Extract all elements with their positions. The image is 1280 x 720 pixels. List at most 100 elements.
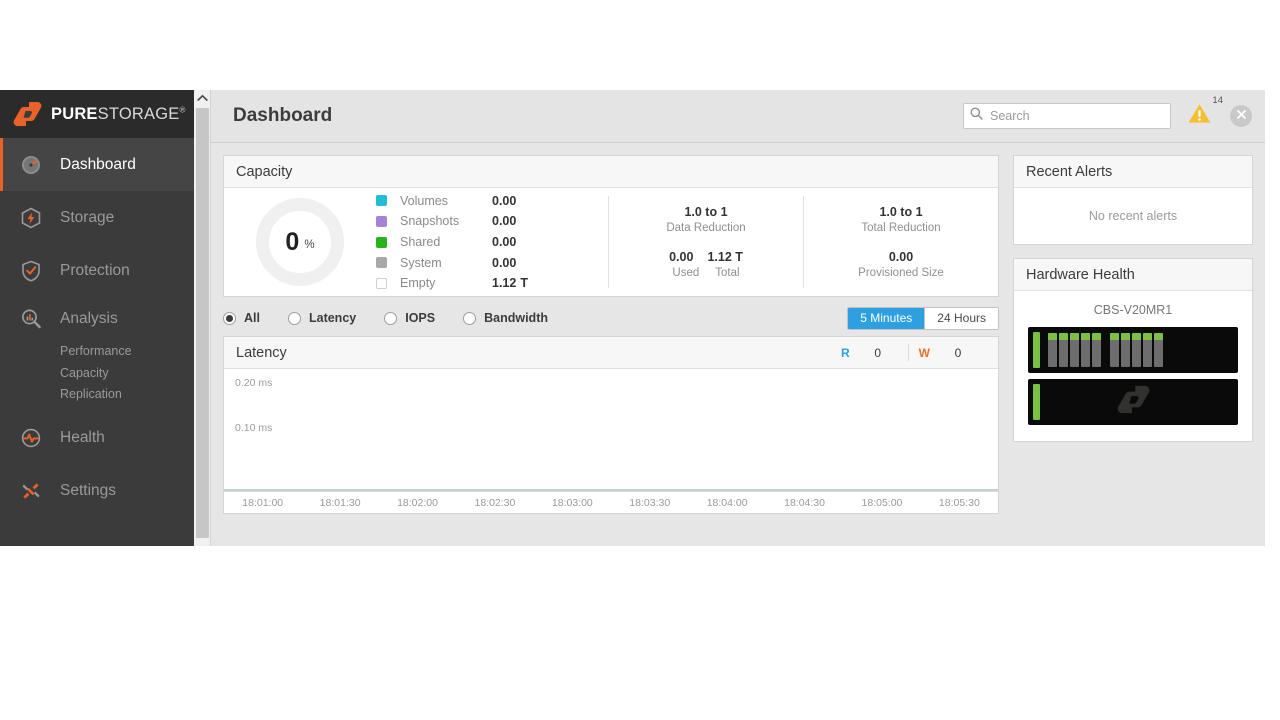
x-axis-tick: 18:04:30 <box>784 496 825 509</box>
scroll-up-arrow-icon[interactable] <box>194 90 210 106</box>
drive-bay <box>1110 333 1119 367</box>
sidebar-item-label: Analysis <box>60 310 118 327</box>
drive-bay <box>1121 333 1130 367</box>
scrollbar-thumb[interactable] <box>196 108 209 538</box>
provisioned-group: 0.00 Provisioned Size <box>858 250 944 279</box>
warning-triangle-icon <box>1187 104 1212 129</box>
total-reduction-label: Total Reduction <box>861 222 941 234</box>
sidebar-item-analysis[interactable]: Analysis <box>0 297 194 341</box>
legend-label: Shared <box>400 235 441 249</box>
provisioned-value: 0.00 <box>888 250 914 264</box>
sidebar-item-label: Dashboard <box>60 155 136 173</box>
search-icon <box>970 107 983 125</box>
x-axis-tick: 18:02:00 <box>397 496 438 509</box>
data-reduction-group: 1.0 to 1 Data Reduction <box>666 205 745 234</box>
sidebar-item-settings[interactable]: Settings <box>0 465 194 518</box>
chart-filter-row: All Latency IOPS Bandwidth 5 Minutes 24 … <box>223 300 999 336</box>
recent-alerts-header: Recent Alerts <box>1014 156 1252 188</box>
hardware-health-body: CBS-V20MR1 <box>1014 291 1252 441</box>
metric-radio-group: All Latency IOPS Bandwidth <box>223 311 548 325</box>
latency-chart-header: Latency R 0 W 0 <box>224 337 998 369</box>
total-value: 1.12 T <box>707 250 743 264</box>
legend-swatch <box>376 215 387 227</box>
used-value: 0.00 <box>669 250 694 264</box>
legend-label: Empty <box>400 276 436 291</box>
capacity-donut-chart: 0 % <box>256 198 344 286</box>
sidebar-subitem-replication[interactable]: Replication <box>60 384 194 406</box>
storage-bolt-icon <box>16 207 46 229</box>
data-reduction-metrics: 1.0 to 1 Data Reduction 0.00 1.12 T Used T… <box>609 205 803 279</box>
legend-swatch <box>376 236 387 248</box>
capacity-body: 0 % Volumes 0.00 Snapshots 0.00 Shared 0… <box>224 188 998 296</box>
pure-storage-app: PURESTORAGE® Dashboard Storage Protectio… <box>0 90 1265 546</box>
radio-label: All <box>244 311 260 325</box>
sidebar-item-dashboard[interactable]: Dashboard <box>0 138 194 191</box>
sidebar-item-health[interactable]: Health <box>0 412 194 465</box>
brand-logo[interactable]: PURESTORAGE® <box>0 90 194 138</box>
status-led <box>1033 384 1040 420</box>
sidebar-item-protection[interactable]: Protection <box>0 244 194 297</box>
radio-bandwidth[interactable]: Bandwidth <box>463 311 548 325</box>
sidebar-item-storage[interactable]: Storage <box>0 191 194 244</box>
legend-item-empty: Empty 1.12 T <box>376 273 608 294</box>
brand-name-thin: STORAGE <box>97 104 180 123</box>
brand-registered: ® <box>179 105 186 114</box>
hardware-chassis-shelf[interactable] <box>1028 327 1238 373</box>
side-column: Recent Alerts No recent alerts Hardware … <box>1013 155 1253 546</box>
legend-swatch <box>376 277 387 289</box>
sidebar-subitem-capacity[interactable]: Capacity <box>60 363 194 385</box>
top-bar: Dashboard Search 14 <box>211 90 1265 143</box>
legend-item-snapshots: Snapshots 0.00 <box>376 211 608 232</box>
legend-swatch <box>376 195 387 207</box>
drive-bay <box>1092 333 1101 367</box>
pure-storage-logo-icon <box>1116 385 1150 420</box>
total-label: Total <box>715 267 740 279</box>
legend-label: Snapshots <box>400 214 460 229</box>
search-input[interactable] <box>990 109 1164 123</box>
usage-group: 0.00 1.12 T Used Total <box>669 250 743 279</box>
sidebar: PURESTORAGE® Dashboard Storage Protectio… <box>0 90 194 546</box>
analysis-submenu: Performance Capacity Replication <box>0 341 194 412</box>
provisioned-label: Provisioned Size <box>858 267 944 279</box>
legend-value: 1.12 T <box>492 276 528 291</box>
legend-value: 0.00 <box>492 235 517 249</box>
dashboard-body: Capacity 0 % Volumes 0.00 Snapshots 0.00… <box>211 143 1265 546</box>
radio-label: IOPS <box>405 311 436 325</box>
sidebar-item-label: Settings <box>60 482 117 499</box>
x-axis-tick: 18:03:00 <box>551 496 593 509</box>
alert-count-badge: 14 <box>1212 95 1223 106</box>
status-led <box>1033 332 1040 368</box>
drive-bay-group <box>1048 333 1101 367</box>
range-24-hours[interactable]: 24 Hours <box>924 307 998 329</box>
total-reduction-metrics: 1.0 to 1 Total Reduction 0.00 Provisione… <box>804 205 998 279</box>
total-reduction-value: 1.0 to 1 <box>879 205 923 219</box>
sidebar-subitem-performance[interactable]: Performance <box>60 341 194 363</box>
brand-name: PURESTORAGE® <box>51 105 186 124</box>
search-box[interactable] <box>963 103 1171 129</box>
legend-item-system: System 0.00 <box>376 252 608 273</box>
hardware-health-title: Hardware Health <box>1026 266 1135 283</box>
drive-bay-group <box>1110 333 1163 367</box>
sidebar-item-label: Storage <box>60 208 115 226</box>
latency-chart-title: Latency <box>236 344 287 361</box>
close-button[interactable] <box>1230 105 1252 127</box>
drive-bay <box>1059 333 1068 367</box>
usage-labels: Used Total <box>669 267 743 279</box>
alerts-indicator[interactable]: 14 <box>1187 95 1223 130</box>
range-5-minutes[interactable]: 5 Minutes <box>848 307 925 329</box>
legend-item-shared: Shared 0.00 <box>376 232 608 253</box>
drive-bay <box>1143 333 1152 367</box>
radio-all[interactable]: All <box>223 311 260 325</box>
page-scrollbar[interactable] <box>194 90 211 546</box>
radio-dot-icon <box>463 311 477 325</box>
radio-latency[interactable]: Latency <box>287 311 357 325</box>
donut-center: 0 % <box>256 198 344 286</box>
legend-item-volumes: Volumes 0.00 <box>376 191 608 212</box>
legend-value: 0.00 <box>492 255 517 270</box>
radio-iops[interactable]: IOPS <box>384 311 435 325</box>
hardware-chassis-controller[interactable] <box>1028 379 1238 425</box>
x-axis-tick: 18:01:30 <box>319 496 361 509</box>
legend-read-key: R <box>841 345 850 360</box>
hardware-device-name: CBS-V20MR1 <box>1093 303 1173 317</box>
radio-label: Latency <box>308 311 357 325</box>
